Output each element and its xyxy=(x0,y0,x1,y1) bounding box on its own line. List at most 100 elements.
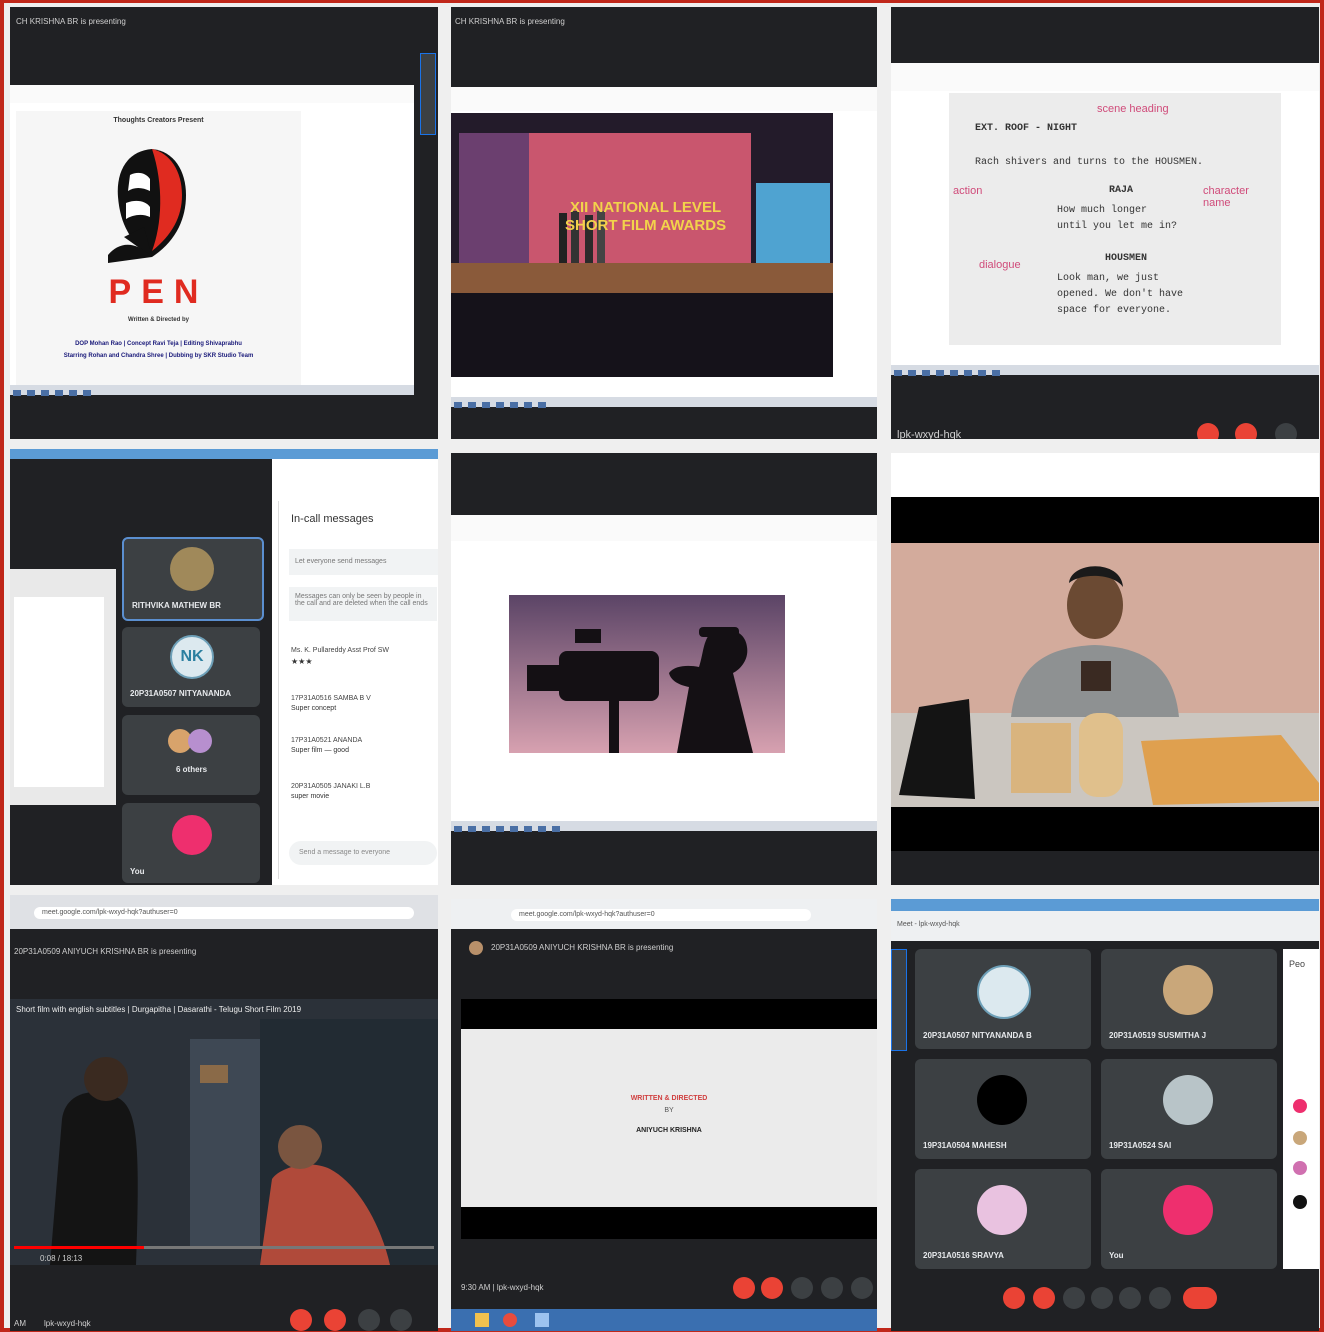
mic-off-button[interactable] xyxy=(1197,423,1219,439)
captions-button[interactable] xyxy=(1275,423,1297,439)
present-button[interactable] xyxy=(1119,1287,1141,1309)
meet-grid: RITHVIKA MATHEW BR NK 20P31A0507 NITYANA… xyxy=(10,459,272,885)
raise-hand-button[interactable] xyxy=(1091,1287,1113,1309)
participant-avatar xyxy=(977,965,1031,1019)
video-letterbox: WRITTEN & DIRECTED BY ANIYUCH KRISHNA xyxy=(461,999,877,1207)
youtube-player[interactable]: Short film with english subtitles | Durg… xyxy=(10,999,438,1265)
sidebar-avatar xyxy=(1293,1099,1307,1113)
sidebar-avatar xyxy=(1293,1161,1307,1175)
pinned-edge-tile xyxy=(891,949,907,1051)
participant-name: You xyxy=(1109,1251,1124,1260)
character-1: RAJA xyxy=(1109,185,1134,196)
nk-avatar: NK xyxy=(170,635,214,679)
sidebar-avatar xyxy=(1293,1131,1307,1145)
panel-camera-slide xyxy=(451,453,877,885)
participant-tile[interactable]: 20P31A0507 NITYANANDA B xyxy=(915,949,1091,1049)
panel-credits-slide: meet.google.com/lpk-wxyd-hqk?authuser=0 … xyxy=(451,899,877,1331)
action-line: Rach shivers and turns to the HOUSMEN. xyxy=(975,157,1204,168)
shared-doc-thumbnail xyxy=(10,569,116,805)
doc-page xyxy=(14,597,104,787)
credit-line-2: BY xyxy=(664,1107,674,1114)
top-bar xyxy=(451,453,877,513)
chat-note: Messages can only be seen by people in t… xyxy=(289,587,437,621)
clock-text: AM xyxy=(14,1319,26,1328)
participant-name: 20P31A0507 NITYANANDA B xyxy=(923,1031,1032,1040)
speaker-webcam-video xyxy=(891,543,1319,807)
panel-meet-chat: RITHVIKA MATHEW BR NK 20P31A0507 NITYANA… xyxy=(10,449,438,885)
participant-avatar xyxy=(977,1185,1027,1235)
mic-off-button[interactable] xyxy=(733,1277,755,1299)
participant-avatar xyxy=(1163,965,1213,1015)
present-button[interactable] xyxy=(851,1277,873,1299)
presenting-text: 20P31A0509 ANIYUCH KRISHNA BR is present… xyxy=(491,943,674,952)
chat-toggle[interactable]: Let everyone send messages xyxy=(289,549,438,575)
msg3-sender: 17P31A0521 ANANDA xyxy=(291,737,363,744)
progress-remaining[interactable] xyxy=(144,1246,434,1249)
participant-name: RITHVIKA MATHEW BR xyxy=(132,601,221,610)
url-field[interactable]: meet.google.com/lpk-wxyd-hqk?authuser=0 xyxy=(34,907,414,919)
note-action: action xyxy=(953,185,983,197)
credits-line-2: Starring Rohan and Chandra Shree | Dubbi… xyxy=(63,353,254,359)
window-titlebar xyxy=(891,899,1319,911)
panel-pen-slide: CH KRISHNA BR is presenting Thoughts Cre… xyxy=(10,7,438,439)
participant-tile[interactable]: You xyxy=(1101,1169,1277,1269)
shortfilm-video-frame xyxy=(10,999,438,1265)
dialog-2c: space for everyone. xyxy=(1057,305,1172,316)
credit-line-3: ANIYUCH KRISHNA xyxy=(636,1127,702,1134)
participant-tile-presenter[interactable]: RITHVIKA MATHEW BR xyxy=(122,537,264,621)
participant-tile[interactable]: 19P31A0524 SAI xyxy=(1101,1059,1277,1159)
credits-frame: WRITTEN & DIRECTED BY ANIYUCH KRISHNA xyxy=(461,1029,877,1207)
raise-hand-button[interactable] xyxy=(390,1309,412,1331)
raise-hand-button[interactable] xyxy=(821,1277,843,1299)
participant-tile[interactable]: 20P31A0516 SRAVYA xyxy=(915,1169,1091,1269)
captions-button[interactable] xyxy=(791,1277,813,1299)
participant-tile[interactable]: NK 20P31A0507 NITYANANDA xyxy=(122,627,260,707)
chat-input[interactable]: Send a message to everyone xyxy=(289,841,437,865)
participant-name: 19P31A0504 MAHESH xyxy=(923,1141,1007,1150)
self-avatar xyxy=(172,815,212,855)
browser-tab[interactable]: Meet - lpk-wxyd-hqk xyxy=(897,921,960,928)
presenting-bar: 20P31A0509 ANIYUCH KRISHNA BR is present… xyxy=(451,929,877,969)
nk-initials: NK xyxy=(180,648,204,665)
viewer-toolbar xyxy=(10,85,414,103)
participant-tile-self[interactable]: You xyxy=(122,803,260,883)
letterbox-bottom xyxy=(461,1207,877,1239)
slide-top-text: Thoughts Creators Present xyxy=(113,117,204,124)
camera-off-button[interactable] xyxy=(761,1277,783,1299)
presenting-text: CH KRISHNA BR is presenting xyxy=(455,17,565,26)
participant-tile[interactable]: 20P31A0519 SUSMITHA J xyxy=(1101,949,1277,1049)
self-name: You xyxy=(130,867,145,876)
note-character: character name xyxy=(1203,185,1249,209)
mic-off-button[interactable] xyxy=(290,1309,312,1331)
chrome-icon[interactable] xyxy=(503,1313,517,1327)
dialog-2b: opened. We don't have xyxy=(1057,289,1184,300)
msg3-text: Super film — good xyxy=(291,747,349,754)
window-titlebar xyxy=(10,449,438,459)
camera-off-button[interactable] xyxy=(1235,423,1257,439)
captions-button[interactable] xyxy=(1063,1287,1085,1309)
participant-tile[interactable]: 19P31A0504 MAHESH xyxy=(915,1059,1091,1159)
participant-tile-others[interactable]: 6 others xyxy=(122,715,260,795)
presenting-bar: CH KRISHNA BR is presenting xyxy=(10,7,438,43)
mic-off-button[interactable] xyxy=(1003,1287,1025,1309)
taskbar xyxy=(451,821,877,832)
browser-bar: meet.google.com/lpk-wxyd-hqk?authuser=0 xyxy=(451,899,877,929)
sidebar-avatar xyxy=(1293,1195,1307,1209)
panel-speaker-video xyxy=(891,453,1319,885)
url-field[interactable]: meet.google.com/lpk-wxyd-hqk?authuser=0 xyxy=(511,909,811,921)
more-options-button[interactable] xyxy=(1149,1287,1171,1309)
sidebar-title: Peo xyxy=(1289,959,1306,969)
folder-icon[interactable] xyxy=(475,1313,489,1327)
top-bar xyxy=(891,7,1319,63)
character-2: HOUSMEN xyxy=(1105,253,1148,264)
leave-call-button[interactable] xyxy=(1183,1287,1217,1309)
camera-off-button[interactable] xyxy=(324,1309,346,1331)
people-sidebar: Peo xyxy=(1283,949,1319,1269)
captions-button[interactable] xyxy=(358,1309,380,1331)
presenting-text: CH KRISHNA BR is presenting xyxy=(16,17,126,26)
meeting-code: lpk-wxyd-hqk xyxy=(44,1319,91,1328)
scene-header: EXT. ROOF - NIGHT xyxy=(975,123,1078,134)
camera-off-button[interactable] xyxy=(1033,1287,1055,1309)
awards-stage-photo xyxy=(451,113,833,377)
app-icon[interactable] xyxy=(535,1313,549,1327)
